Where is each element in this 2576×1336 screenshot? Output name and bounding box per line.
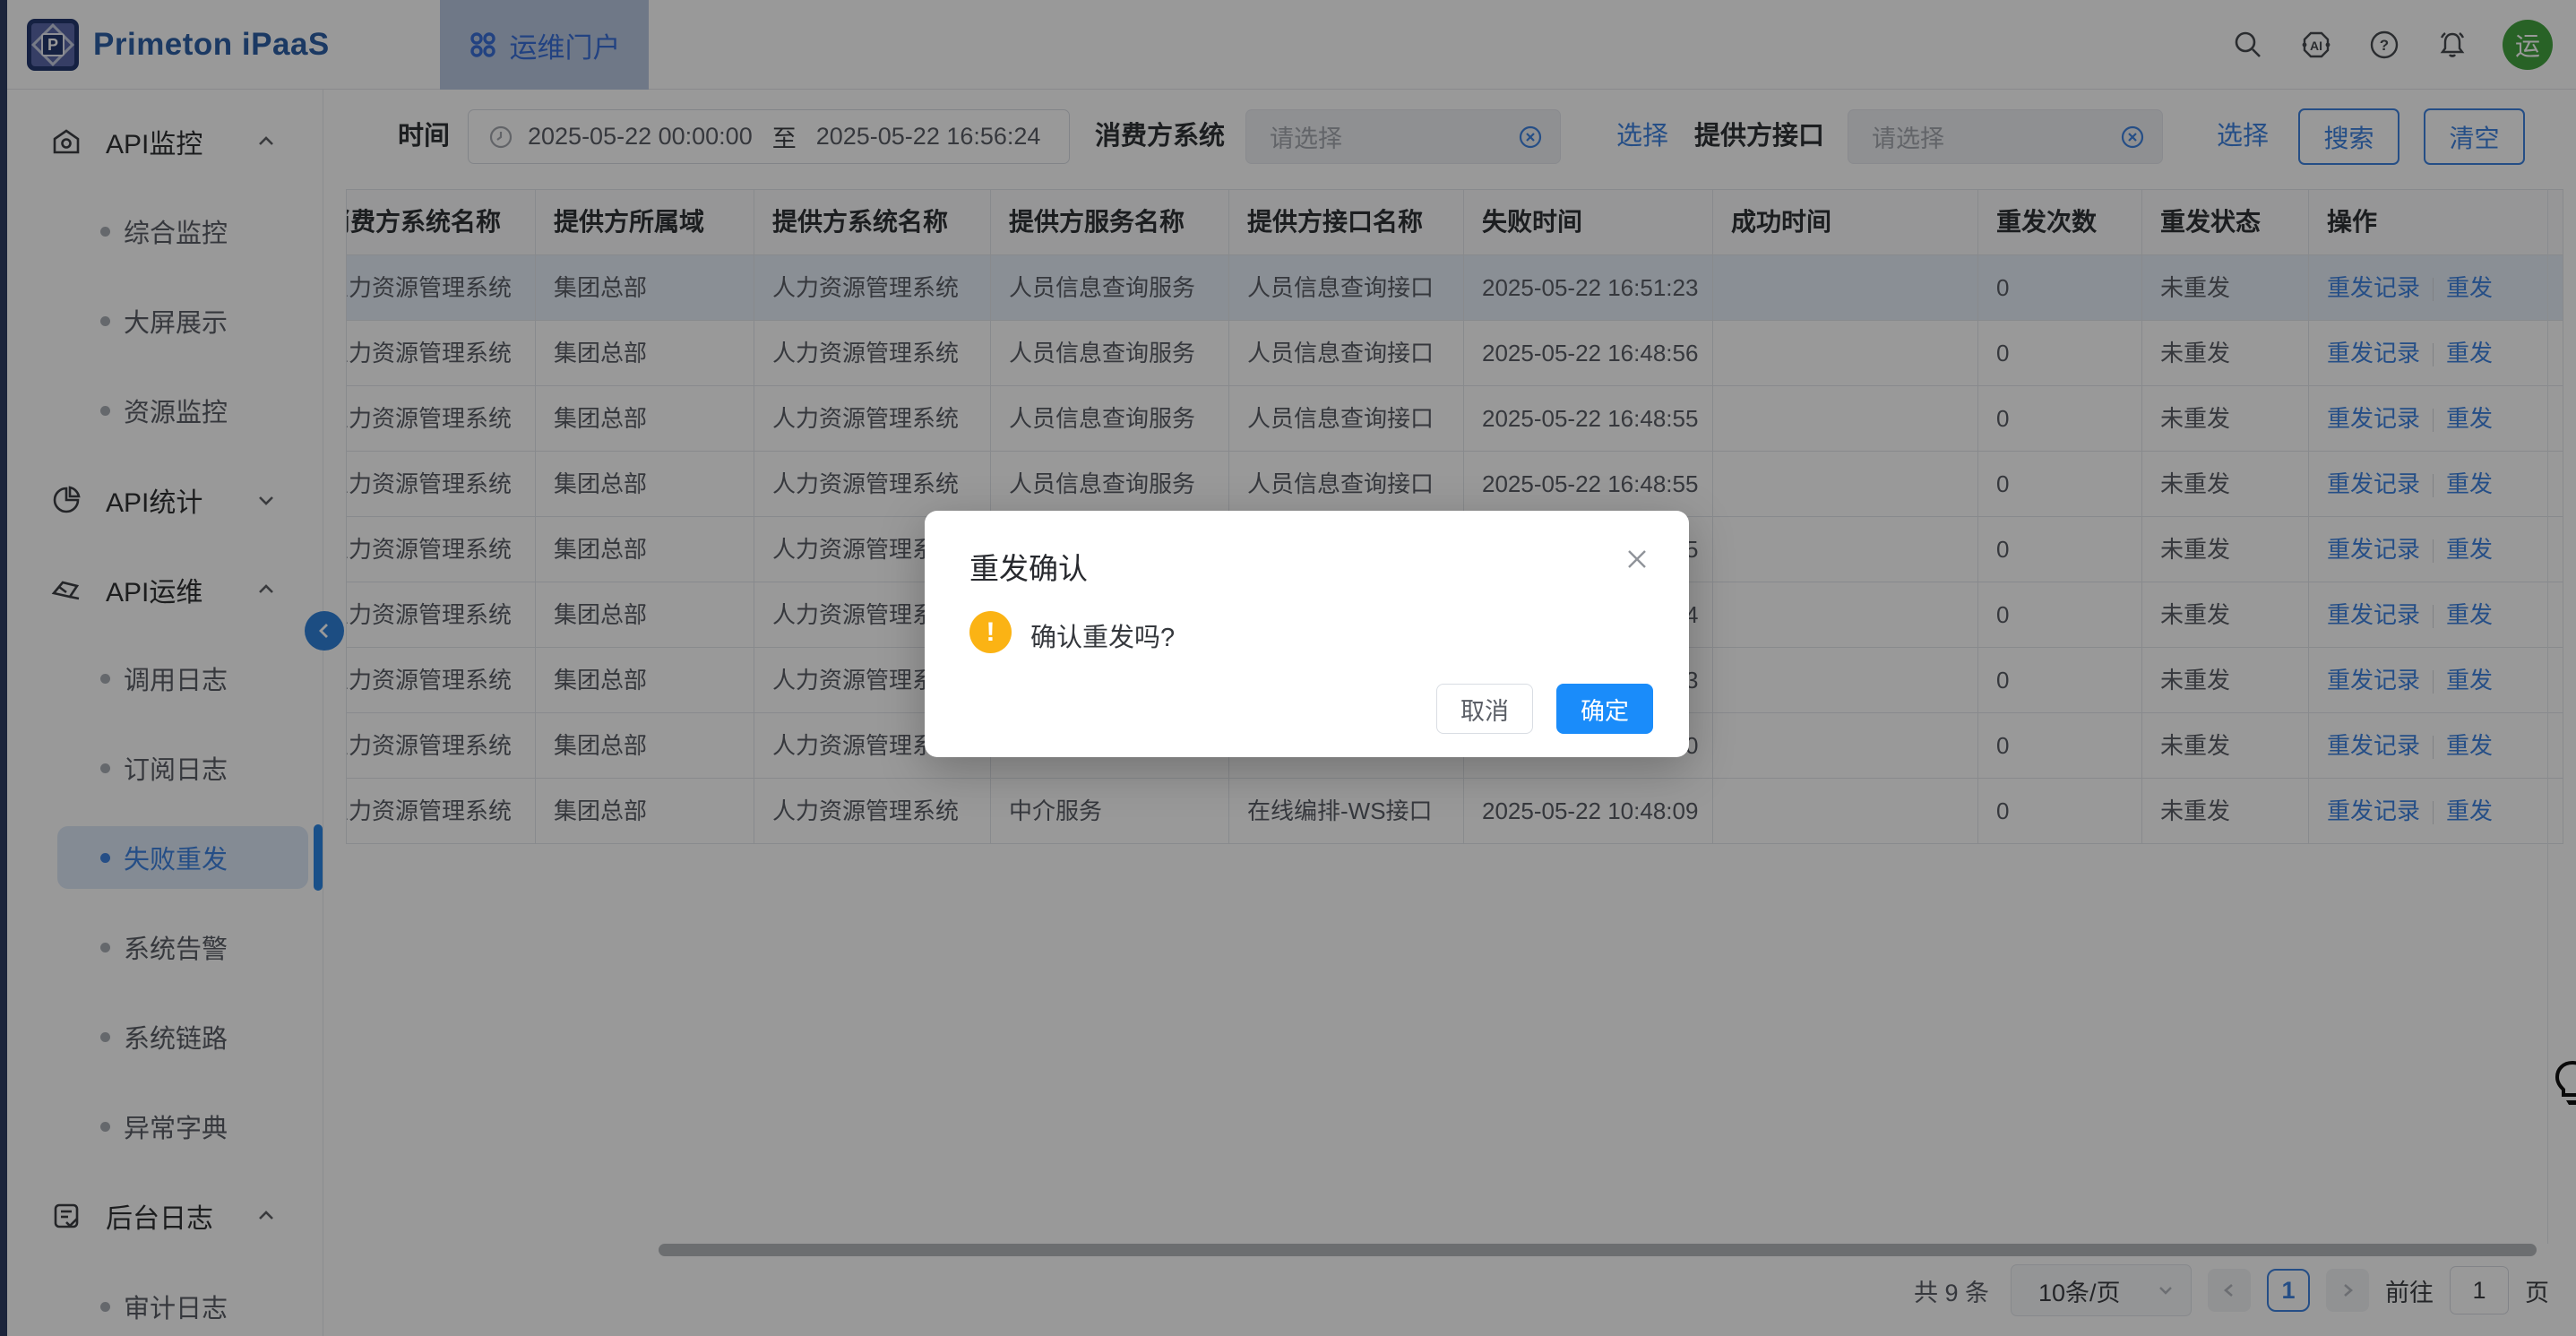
dialog-title: 重发确认 [969, 545, 1088, 588]
dialog-actions: 取消 确定 [1436, 684, 1653, 734]
dialog-message: 确认重发吗? [1030, 616, 1175, 654]
confirm-button[interactable]: 确定 [1556, 684, 1653, 734]
resend-confirm-dialog: 重发确认 ! 确认重发吗? 取消 确定 [925, 511, 1689, 757]
warning-icon: ! [969, 611, 1012, 653]
close-icon[interactable] [1623, 545, 1651, 573]
cancel-button[interactable]: 取消 [1436, 684, 1533, 734]
app-window: P Primeton iPaaS 运维门户 [0, 0, 2576, 1336]
